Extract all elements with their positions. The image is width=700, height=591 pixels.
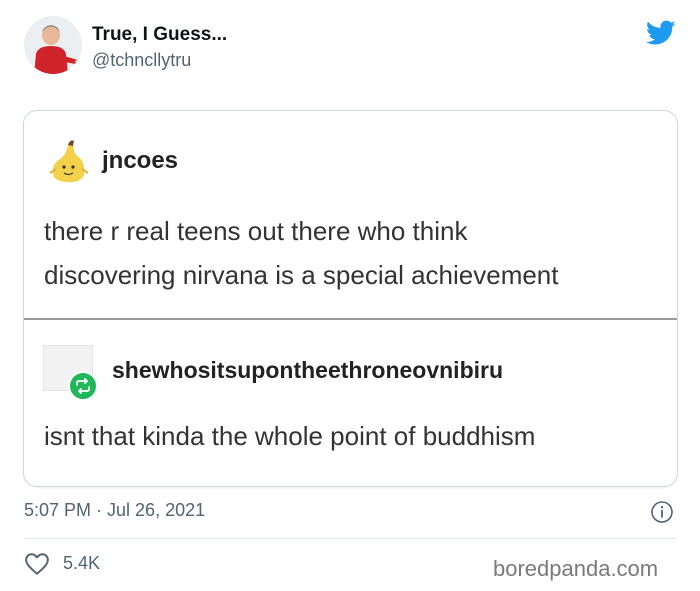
banana-character-avatar-icon	[49, 140, 89, 183]
tweet-timestamp[interactable]: 5:07 PM · Jul 26, 2021	[24, 500, 205, 521]
heart-icon[interactable]	[24, 552, 50, 576]
watermark: boredpanda.com	[493, 556, 659, 581]
twitter-bird-icon[interactable]	[646, 20, 676, 46]
post1-text-line1: there r real teens out there who think	[44, 216, 468, 246]
tweet-card: True, I Guess... @tchncllytru jncoes the…	[0, 0, 700, 591]
post1-text-line2: discovering nirvana is a special achieve…	[44, 260, 559, 290]
author-avatar[interactable]	[24, 16, 82, 74]
like-count[interactable]: 5.4K	[63, 553, 100, 574]
reblog-icon	[68, 371, 98, 401]
post1-username: jncoes	[102, 147, 179, 174]
embedded-image[interactable]: jncoes there r real teens out there who …	[23, 110, 678, 487]
meta-divider	[24, 538, 676, 539]
info-icon[interactable]	[650, 500, 674, 524]
author-display-name[interactable]: True, I Guess...	[92, 24, 227, 46]
post2-text: isnt that kinda the whole point of buddh…	[44, 421, 536, 451]
author-handle[interactable]: @tchncllytru	[92, 50, 191, 71]
post-divider	[24, 318, 677, 320]
person-photo-icon	[24, 16, 82, 74]
post2-username: shewhositsupontheethroneovnibiru	[112, 357, 504, 383]
post1-text: there r real teens out there who think d…	[44, 209, 664, 297]
